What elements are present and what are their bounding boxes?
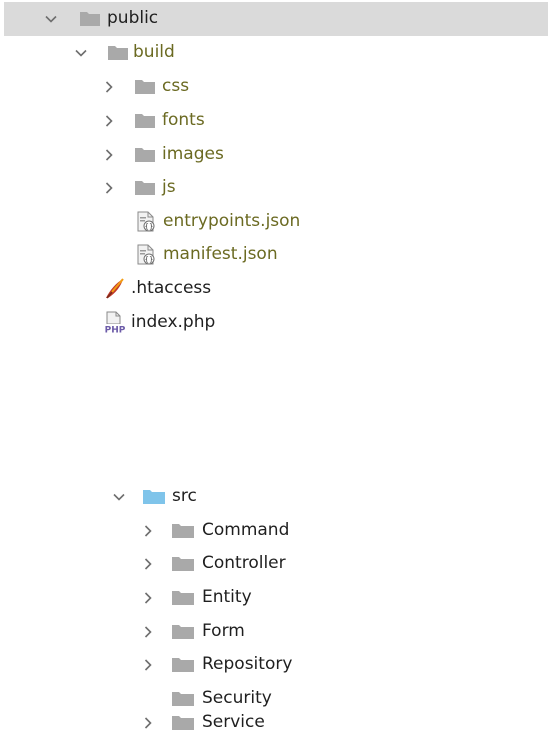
chevron-right-icon[interactable]: [102, 181, 116, 195]
chevron-right-icon[interactable]: [141, 716, 155, 730]
feather-icon: [104, 278, 124, 299]
tree-node-label: Entity: [202, 587, 252, 607]
json-file-icon: {}: [137, 211, 157, 232]
tree-node-repository[interactable]: Repository: [0, 648, 548, 682]
folder-icon: [172, 554, 194, 574]
chevron-right-icon[interactable]: [141, 524, 155, 538]
tree-node-label: css: [162, 76, 190, 96]
folder-icon: [172, 588, 194, 608]
tree-node-htaccess[interactable]: .htaccess: [0, 272, 548, 306]
tree-node-label: Service: [202, 712, 265, 732]
tree-node-css[interactable]: css: [0, 70, 548, 104]
chevron-right-icon[interactable]: [141, 557, 155, 571]
chevron-right-icon[interactable]: [102, 80, 116, 94]
tree-node-label: public: [107, 8, 159, 28]
tree-node-label: .htaccess: [131, 278, 212, 298]
chevron-right-icon[interactable]: [102, 114, 116, 128]
tree-node-label: manifest.json: [163, 244, 278, 264]
tree-node-label: images: [162, 144, 224, 164]
folder-icon: [135, 77, 155, 97]
chevron-right-icon[interactable]: [141, 625, 155, 639]
tree-node-controller[interactable]: Controller: [0, 547, 548, 581]
chevron-down-icon[interactable]: [112, 490, 126, 504]
tree-node-manifest-json[interactable]: {} manifest.json: [0, 238, 548, 272]
folder-icon: [172, 521, 194, 541]
php-file-icon: PHP: [102, 311, 128, 336]
chevron-right-icon[interactable]: [141, 591, 155, 605]
tree-node-command[interactable]: Command: [0, 514, 548, 548]
folder-icon: [135, 178, 155, 198]
svg-text:{}: {}: [145, 223, 154, 231]
tree-node-js[interactable]: js: [0, 171, 548, 205]
tree-node-label: build: [133, 42, 175, 62]
tree-node-images[interactable]: images: [0, 138, 548, 172]
folder-icon: [172, 622, 194, 642]
chevron-down-icon[interactable]: [44, 12, 58, 26]
chevron-down-icon[interactable]: [74, 46, 88, 60]
tree-node-label: index.php: [131, 312, 216, 332]
tree-node-label: Repository: [202, 654, 293, 674]
folder-icon: [135, 111, 155, 131]
tree-node-label: Controller: [202, 553, 286, 573]
folder-icon: [172, 655, 194, 675]
tree-node-label: Security: [202, 688, 272, 708]
tree-node-entity[interactable]: Entity: [0, 581, 548, 615]
tree-node-label: src: [172, 486, 197, 506]
chevron-right-icon[interactable]: [102, 148, 116, 162]
svg-text:PHP: PHP: [105, 326, 126, 336]
folder-icon: [108, 43, 128, 63]
chevron-right-icon[interactable]: [141, 658, 155, 672]
tree-node-public[interactable]: public: [4, 2, 548, 36]
folder-icon: [172, 713, 194, 733]
json-file-icon: {}: [137, 244, 157, 265]
folder-icon: [135, 145, 155, 165]
tree-node-src[interactable]: src: [0, 480, 548, 514]
source-folder-icon: [143, 487, 165, 507]
tree-node-label: js: [162, 177, 176, 197]
tree-node-service[interactable]: Service: [0, 706, 548, 740]
svg-text:{}: {}: [145, 256, 154, 264]
tree-node-label: fonts: [162, 110, 205, 130]
tree-node-build[interactable]: build: [0, 36, 548, 70]
tree-node-label: Command: [202, 520, 290, 540]
folder-icon: [80, 9, 100, 29]
tree-node-label: entrypoints.json: [163, 211, 301, 231]
tree-node-entrypoints-json[interactable]: {} entrypoints.json: [0, 205, 548, 239]
tree-node-fonts[interactable]: fonts: [0, 104, 548, 138]
tree-node-label: Form: [202, 621, 245, 641]
tree-node-index-php[interactable]: PHP index.php: [0, 306, 548, 340]
tree-node-form[interactable]: Form: [0, 615, 548, 649]
